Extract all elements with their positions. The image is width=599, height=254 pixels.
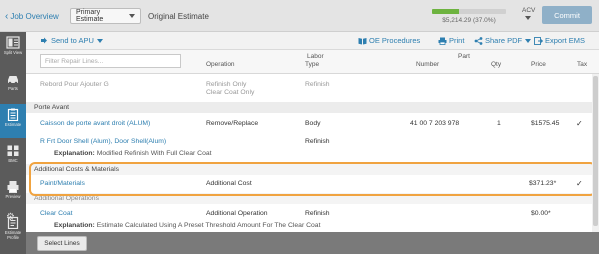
- line-labor-type: Body: [305, 120, 321, 127]
- line-description-link[interactable]: Paint/Materials: [40, 180, 85, 187]
- commit-button[interactable]: Commit: [542, 6, 592, 24]
- rail-item-parts[interactable]: Parts: [0, 68, 26, 102]
- col-header-price: Price: [531, 61, 546, 68]
- progress-amount: $5,214.29 (37.0%): [442, 17, 496, 24]
- car-icon: [8, 76, 18, 85]
- oe-procedures-button[interactable]: OE Procedures: [358, 36, 420, 45]
- gear-icon[interactable]: ⚙: [6, 212, 20, 223]
- line-part-number: 41 00 7 203 978: [410, 120, 460, 127]
- line-labor-type: Refinish: [305, 138, 330, 145]
- estimate-toolbar: Send to APU OE Procedures Print Share PD…: [26, 32, 599, 50]
- rail-label: Estimate: [4, 122, 22, 127]
- export-ems-button[interactable]: Export EMS: [534, 36, 585, 45]
- send-icon: [41, 37, 47, 43]
- checkmark-icon: ✓: [576, 179, 583, 188]
- job-overview-label: Job Overview: [10, 12, 59, 21]
- print-label: Print: [449, 36, 465, 45]
- line-price: $0.00*: [531, 210, 551, 217]
- rail-label: Estimate Profile: [4, 230, 22, 240]
- line-operation: Remove/Replace: [206, 120, 259, 127]
- line-price: $371.23*: [529, 180, 557, 187]
- chevron-left-icon: ‹: [5, 10, 9, 22]
- oe-procedures-label: OE Procedures: [369, 36, 421, 45]
- print-icon: [7, 181, 19, 193]
- rail-item-preview[interactable]: Preview: [0, 176, 26, 210]
- line-explanation: Explanation: Modified Refinish With Full…: [54, 150, 212, 157]
- rail-label: Parts: [8, 86, 18, 91]
- share-icon: [474, 36, 483, 45]
- table-row[interactable]: R Frt Door Shell (Alum), Door Shell(Alum…: [26, 135, 599, 161]
- printer-icon: [438, 37, 447, 45]
- line-operation: Additional Cost: [206, 180, 252, 187]
- split-view-icon: [6, 36, 20, 49]
- table-row[interactable]: Rebord Pour Ajouter G Refinish Only Clea…: [26, 74, 599, 98]
- estimate-select[interactable]: Primary Estimate: [70, 8, 141, 24]
- col-header-operation: Operation: [206, 61, 235, 68]
- select-lines-button[interactable]: Select Lines: [37, 236, 87, 251]
- checkmark-icon: ✓: [576, 119, 583, 128]
- table-header: Operation Labor Type Part Number Qty Pri…: [26, 50, 599, 74]
- clipboard-icon: [7, 108, 19, 121]
- line-operation-detail: Clear Coat Only: [206, 89, 255, 96]
- filter-repair-lines-input[interactable]: [40, 54, 181, 68]
- chevron-down-icon: [129, 14, 135, 18]
- explanation-label: Explanation:: [54, 150, 95, 157]
- table-row[interactable]: Paint/Materials Additional Cost $371.23*…: [26, 176, 599, 192]
- scrollbar-thumb[interactable]: [593, 76, 598, 226]
- share-pdf-label: Share PDF: [485, 36, 523, 45]
- chevron-down-icon: [96, 38, 103, 43]
- line-price: $1575.45: [531, 120, 560, 127]
- bottom-action-bar: Select Lines: [26, 232, 599, 254]
- col-header-tax: Tax: [577, 61, 588, 68]
- line-operation: Additional Operation: [206, 210, 268, 217]
- section-header: Additional Costs & Materials: [26, 164, 599, 175]
- repair-lines-table: Rebord Pour Ajouter G Refinish Only Clea…: [26, 74, 599, 254]
- acv-label[interactable]: ACV: [522, 7, 535, 14]
- estimate-title: Original Estimate: [148, 12, 209, 21]
- col-header-number: Number: [416, 61, 440, 68]
- table-row[interactable]: Caisson de porte avant droit (ALUM) Remo…: [26, 115, 599, 131]
- col-header-labor: Labor: [307, 53, 324, 60]
- chevron-down-icon: [525, 38, 532, 43]
- table-scrollbar[interactable]: [592, 74, 599, 232]
- export-ems-label: Export EMS: [545, 36, 586, 45]
- line-description: Rebord Pour Ajouter G: [40, 81, 109, 88]
- estimate-select-value: Primary Estimate: [76, 9, 104, 23]
- line-description-link[interactable]: Caisson de porte avant droit (ALUM): [40, 120, 150, 127]
- book-icon: [358, 37, 367, 44]
- line-labor-type: Refinish: [305, 210, 330, 217]
- line-explanation: Explanation: Estimate Calculated Using A…: [54, 222, 320, 229]
- line-description-link[interactable]: R Frt Door Shell (Alum), Door Shell(Alum…: [40, 138, 166, 145]
- line-labor-type: Refinish: [305, 81, 330, 88]
- line-operation: Refinish Only: [206, 81, 247, 88]
- grid-icon: [7, 145, 19, 156]
- export-icon: [534, 36, 543, 45]
- explanation-label: Explanation:: [54, 222, 95, 229]
- table-row[interactable]: Clear Coat Additional Operation Refinish…: [26, 205, 599, 233]
- col-header-type: Type: [305, 61, 320, 68]
- section-header: Porte Avant: [26, 102, 599, 113]
- rail-item-estimate[interactable]: Estimate: [0, 104, 26, 138]
- acv-chevron-down-icon[interactable]: [525, 16, 531, 20]
- send-to-apu-label: Send to APU: [51, 36, 94, 45]
- col-header-part: Part: [458, 53, 470, 60]
- rail-item-bmc[interactable]: BMC: [0, 140, 26, 174]
- progress-fill: [432, 9, 460, 14]
- explanation-text: Estimate Calculated Using A Preset Thres…: [96, 222, 321, 229]
- rail-label: BMC: [8, 158, 18, 163]
- job-overview-link[interactable]: ‹ Job Overview: [5, 10, 59, 22]
- col-header-qty: Qty: [491, 61, 502, 68]
- rail-label: Preview: [5, 194, 21, 199]
- line-qty: 1: [497, 120, 501, 127]
- estimate-progress-bar: [432, 9, 506, 14]
- explanation-text: Modified Refinish With Full Clear Coat: [96, 150, 212, 157]
- print-button[interactable]: Print: [438, 36, 464, 45]
- rail-label: Split View: [3, 50, 23, 55]
- section-header: Additional Operations: [26, 193, 599, 204]
- rail-item-split-view[interactable]: Split View: [0, 32, 26, 66]
- send-to-apu-button[interactable]: Send to APU: [40, 36, 103, 45]
- line-description-link[interactable]: Clear Coat: [40, 210, 73, 217]
- share-pdf-button[interactable]: Share PDF: [474, 36, 532, 45]
- top-bar: ‹ Job Overview Primary Estimate Original…: [0, 0, 599, 32]
